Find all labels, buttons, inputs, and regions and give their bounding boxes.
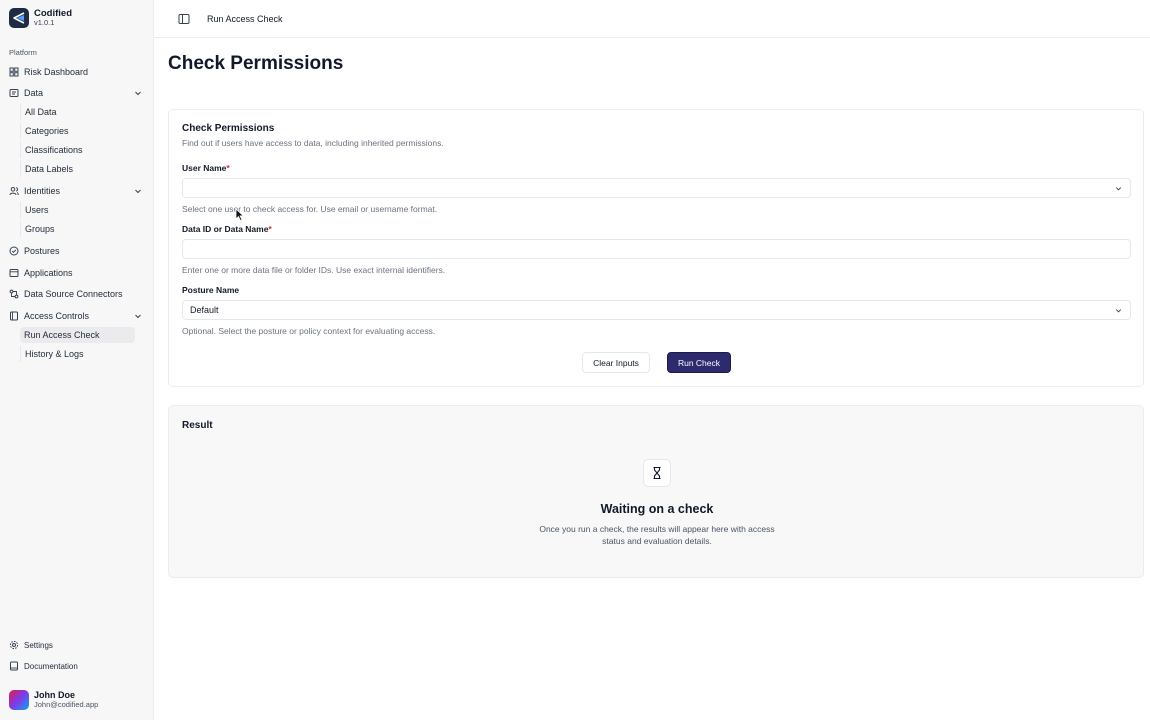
hourglass-icon <box>643 459 671 487</box>
card-description: Find out if users have access to data, i… <box>182 138 444 148</box>
nav-data-source-connectors-label: Data Source Connectors <box>24 289 123 299</box>
data-id-hint: Enter one or more data file or folder ID… <box>182 265 446 275</box>
nav-settings-label: Settings <box>24 640 53 650</box>
waiting-title: Waiting on a check <box>600 502 714 516</box>
result-title: Result <box>182 420 213 431</box>
sidebar: Codified v1.0.1 Platform Risk Dashboard … <box>0 0 154 720</box>
waiting-description: Once you run a check, the results will a… <box>539 524 775 546</box>
app-window-icon <box>9 268 19 278</box>
user-name-hint: Select one user to check access for. Use… <box>182 204 438 214</box>
mouse-cursor-icon <box>235 208 245 222</box>
page-title: Check Permissions <box>168 53 344 74</box>
posture-name-value: Default <box>190 305 219 315</box>
users-icon <box>9 186 19 196</box>
chevron-down-icon <box>1115 187 1122 191</box>
nav-applications-label: Applications <box>24 268 73 278</box>
sidebar-item-users[interactable]: Users <box>20 202 135 218</box>
nav-data[interactable]: Data <box>9 84 145 102</box>
chevron-down-icon[interactable] <box>133 311 143 321</box>
data-id-label: Data ID or Data Name* <box>182 224 272 234</box>
user-email: John@codified.app <box>34 700 99 709</box>
shield-check-icon <box>9 246 19 256</box>
sidebar-item-all-data[interactable]: All Data <box>20 104 135 120</box>
database-icon <box>9 88 19 98</box>
brand[interactable]: Codified v1.0.1 <box>9 8 72 28</box>
breadcrumb: Run Access Check <box>207 14 283 24</box>
user-name-label-text: User Name <box>182 163 227 173</box>
nav-data-source-connectors[interactable]: Data Source Connectors <box>9 285 145 303</box>
topbar: Run Access Check <box>154 0 1150 38</box>
nav-access-controls[interactable]: Access Controls <box>9 307 145 325</box>
nav-postures-label: Postures <box>24 246 60 256</box>
gear-icon <box>9 640 19 650</box>
sidebar-item-classifications[interactable]: Classifications <box>20 142 135 158</box>
sidebar-item-history-logs[interactable]: History & Logs <box>20 346 135 362</box>
clear-inputs-button[interactable]: Clear Inputs <box>582 352 650 373</box>
nav-applications[interactable]: Applications <box>9 264 145 282</box>
run-check-button[interactable]: Run Check <box>667 352 731 373</box>
required-marker: * <box>226 163 230 173</box>
book-icon <box>9 661 19 671</box>
posture-name-select[interactable]: Default <box>182 300 1131 320</box>
sidebar-item-groups[interactable]: Groups <box>20 221 135 237</box>
card-title: Check Permissions <box>182 123 275 134</box>
nav-documentation-label: Documentation <box>24 661 78 671</box>
posture-name-hint: Optional. Select the posture or policy c… <box>182 326 436 336</box>
nav-access-controls-label: Access Controls <box>24 311 90 321</box>
nav-identities[interactable]: Identities <box>9 182 145 200</box>
book-lock-icon <box>9 311 19 321</box>
sidebar-item-data-labels[interactable]: Data Labels <box>20 161 135 177</box>
brand-name: Codified <box>34 8 72 19</box>
data-id-input[interactable] <box>182 239 1131 259</box>
nav-risk-dashboard-label: Risk Dashboard <box>24 67 89 77</box>
check-permissions-card: Check Permissions Find out if users have… <box>168 109 1144 387</box>
brand-version: v1.0.1 <box>34 18 55 27</box>
user-name-label: User Name* <box>182 163 230 173</box>
posture-name-label: Posture Name <box>182 285 240 295</box>
avatar <box>9 690 29 710</box>
nav-risk-dashboard[interactable]: Risk Dashboard <box>9 63 145 81</box>
sidebar-item-categories[interactable]: Categories <box>20 123 135 139</box>
nav-settings[interactable]: Settings <box>9 636 145 654</box>
nav-documentation[interactable]: Documentation <box>9 657 145 675</box>
chevron-down-icon[interactable] <box>133 186 143 196</box>
nav-identities-label: Identities <box>24 186 61 196</box>
brand-logo-icon <box>9 8 29 28</box>
nav-data-label: Data <box>24 88 44 98</box>
chevron-down-icon[interactable] <box>133 88 143 98</box>
user-name-select[interactable] <box>182 178 1131 198</box>
required-marker: * <box>268 224 272 234</box>
user-menu[interactable]: John Doe John@codified.app <box>9 690 98 710</box>
nav-postures[interactable]: Postures <box>9 242 145 260</box>
section-label-platform: Platform <box>9 48 37 57</box>
sidebar-toggle-icon[interactable] <box>178 13 190 25</box>
data-id-label-text: Data ID or Data Name <box>182 224 269 234</box>
connector-icon <box>9 289 19 299</box>
dashboard-icon <box>9 67 19 77</box>
sidebar-item-run-access-check[interactable]: Run Access Check <box>20 327 135 343</box>
chevron-down-icon <box>1115 309 1122 313</box>
result-card: Result Waiting on a check Once you run a… <box>168 405 1144 578</box>
user-name: John Doe <box>34 690 76 700</box>
